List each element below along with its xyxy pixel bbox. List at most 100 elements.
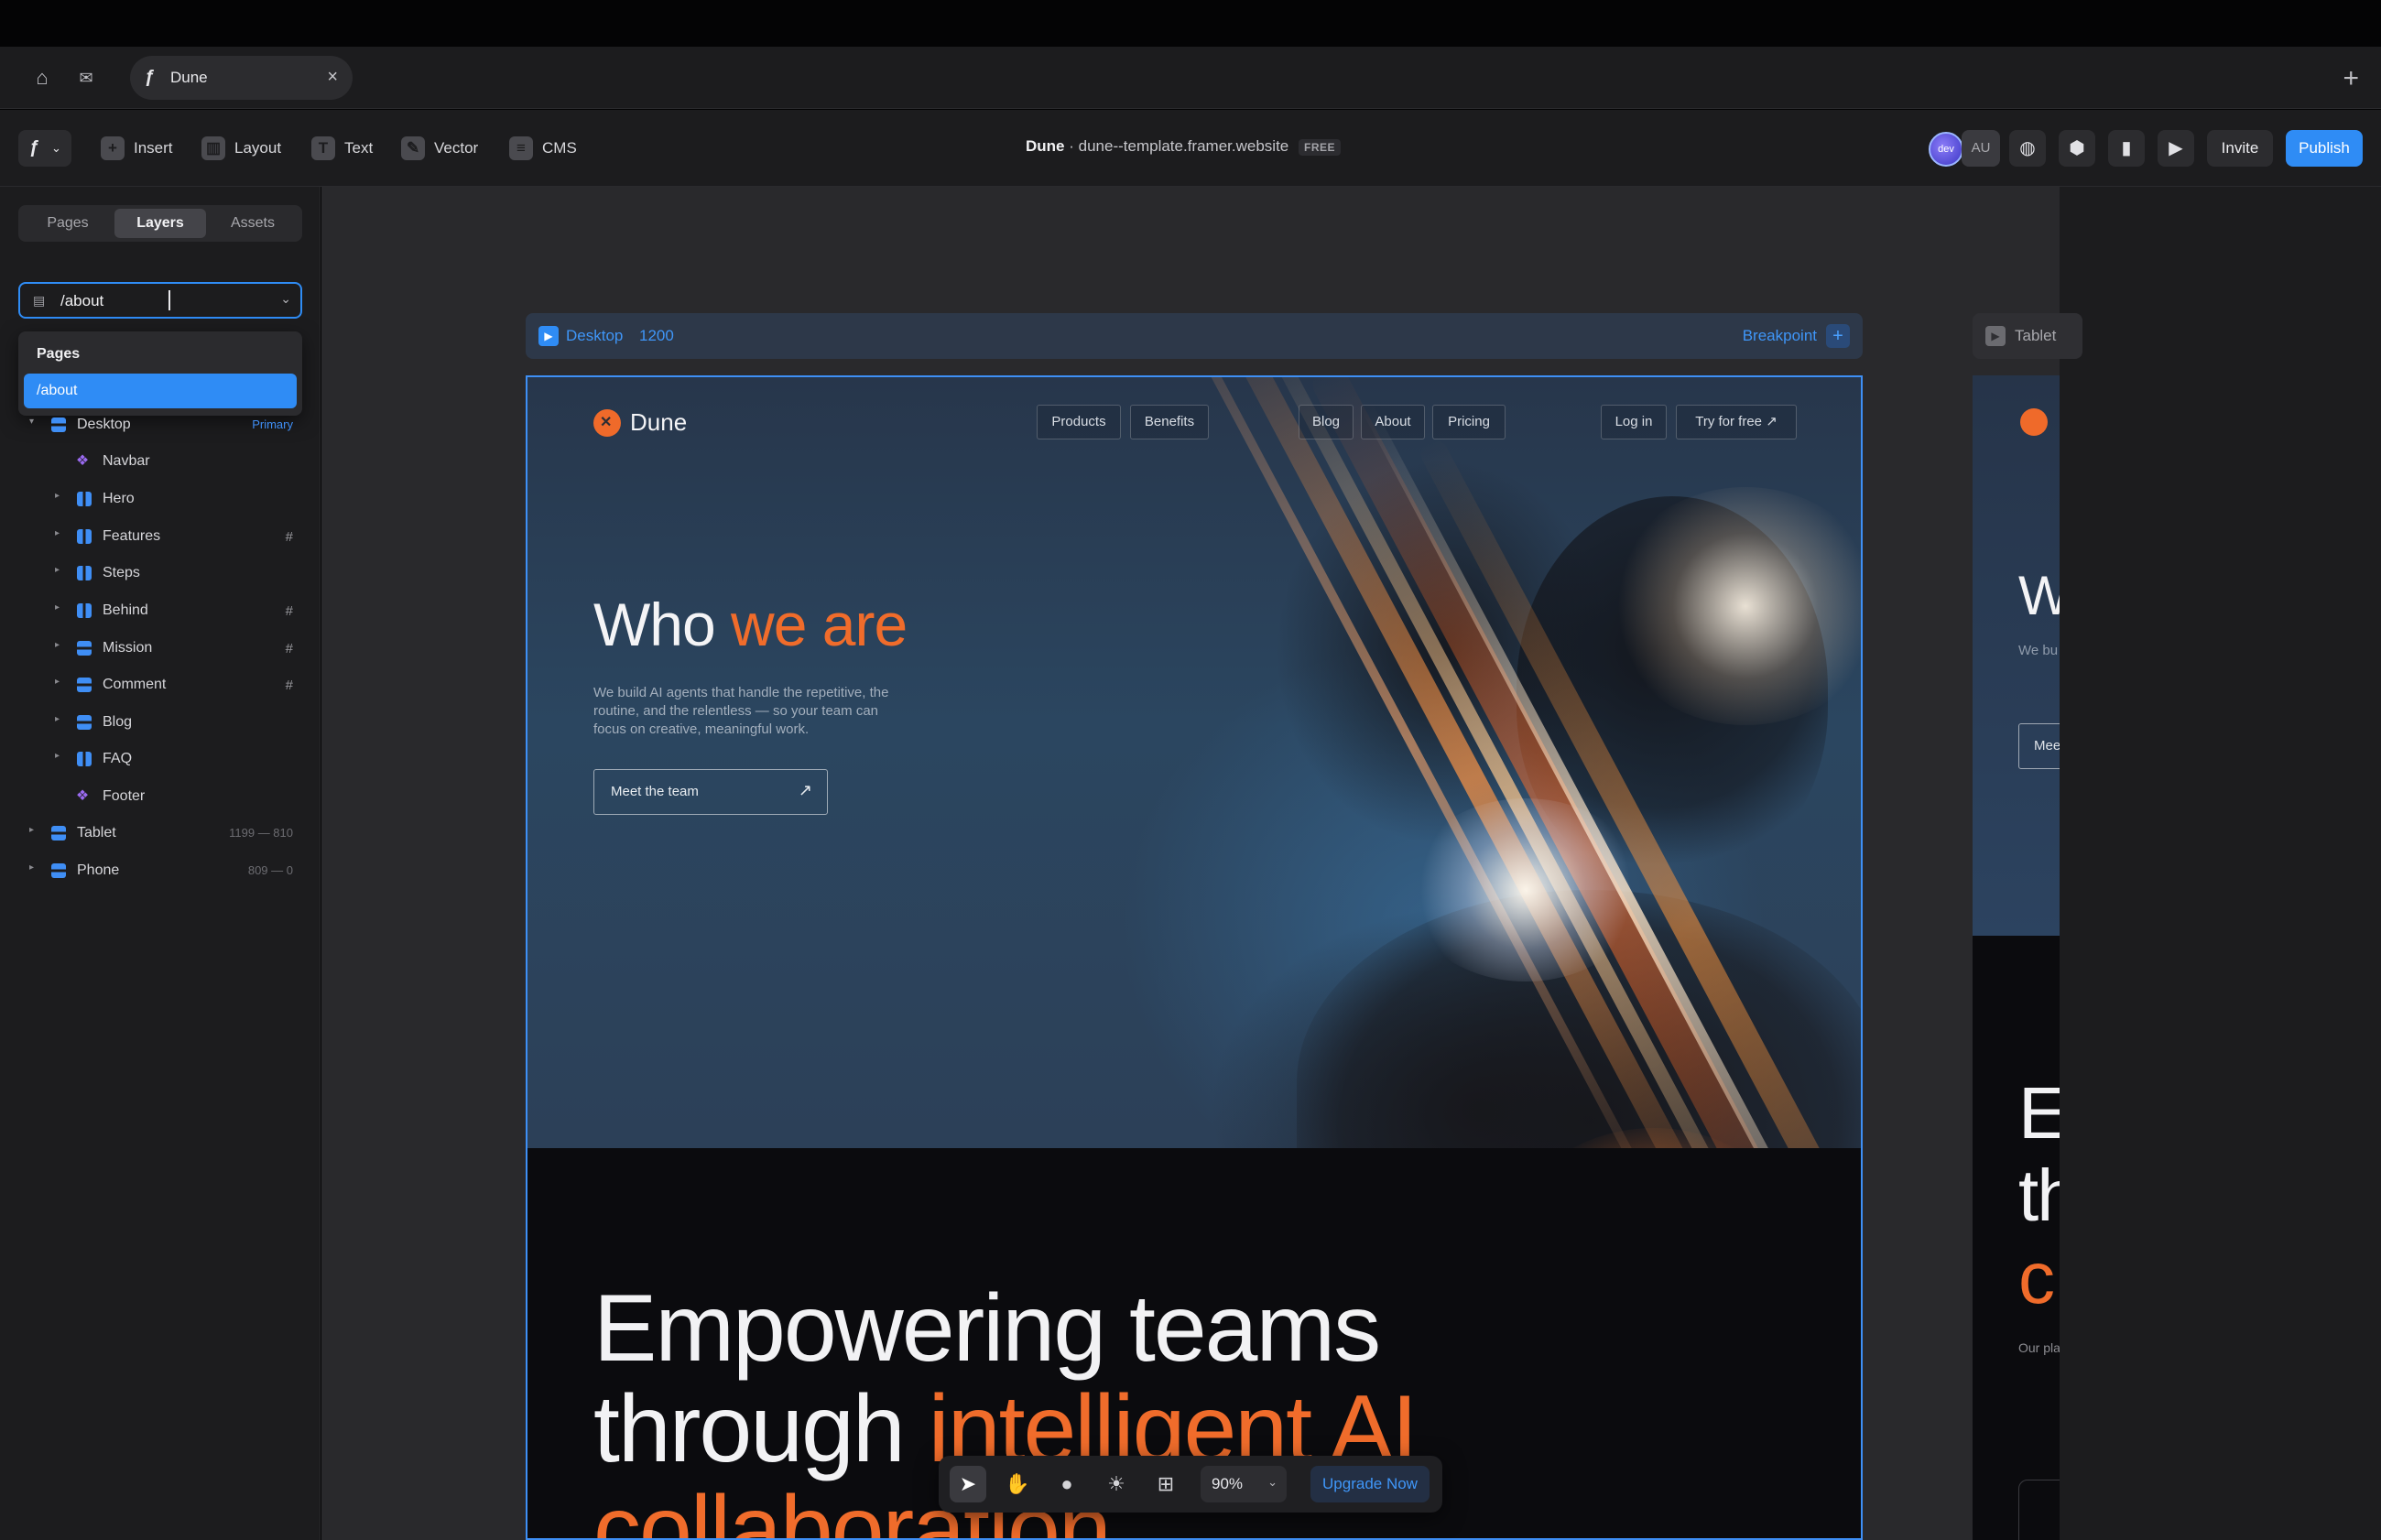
zoom-select[interactable]: 90% ⌄ (1201, 1466, 1287, 1502)
cms-label: CMS (542, 139, 577, 157)
play-icon[interactable]: ▶ (538, 326, 559, 346)
home-icon[interactable]: ⌂ (31, 67, 53, 89)
bottom-toolbar: ➤ ✋ ● ☀ ⊞ 90% ⌄ Upgrade Now (939, 1456, 1442, 1513)
select-tool-icon[interactable]: ➤ (950, 1466, 986, 1502)
dune-logo-icon[interactable] (593, 409, 621, 437)
layer-hero[interactable]: ▸ Hero (0, 486, 321, 514)
avatar-au[interactable]: AU (1962, 130, 2000, 167)
text-button[interactable]: T Text (311, 136, 373, 161)
tablet-frame-header[interactable]: ▶ Tablet (1973, 313, 2082, 359)
inbox-icon[interactable]: ✉ (75, 67, 97, 89)
desktop-frame[interactable]: Dune Products Benefits Blog About Pricin… (526, 375, 1863, 1540)
layer-features[interactable]: ▸ Features # (0, 524, 321, 551)
layer-blog[interactable]: ▸ Blog (0, 710, 321, 737)
expand-arrow-icon[interactable]: ▸ (55, 565, 60, 575)
desktop-frame-header[interactable]: ▶ Desktop 1200 Breakpoint + (526, 313, 1863, 359)
dropdown-option-about[interactable]: /about (24, 374, 297, 408)
nav-products[interactable]: Products (1037, 405, 1121, 439)
nav-login[interactable]: Log in (1601, 405, 1667, 439)
breakpoint-label[interactable]: Breakpoint (1743, 327, 1817, 345)
layer-steps[interactable]: ▸ Steps (0, 560, 321, 588)
site-brand[interactable]: Dune (630, 408, 687, 437)
layer-comment[interactable]: ▸ Comment # (0, 672, 321, 700)
page-dropdown: Pages /about (18, 331, 302, 416)
tablet-heading-line3: c (2018, 1237, 2055, 1318)
add-breakpoint-icon[interactable]: + (1826, 324, 1850, 348)
document-tab[interactable]: ƒ Dune × (130, 56, 353, 100)
analytics-icon[interactable]: ▮ (2108, 130, 2145, 167)
nav-pricing[interactable]: Pricing (1432, 405, 1506, 439)
component-icon: ❖ (75, 788, 90, 804)
expand-arrow-icon[interactable]: ▸ (55, 751, 60, 761)
frame-name: Desktop (566, 327, 624, 344)
hero-section[interactable]: Dune Products Benefits Blog About Pricin… (527, 377, 1861, 1148)
hand-tool-icon[interactable]: ✋ (999, 1466, 1036, 1502)
nav-blog[interactable]: Blog (1299, 405, 1354, 439)
chevron-down-icon: ⌄ (280, 291, 291, 306)
close-tab-icon[interactable]: × (327, 67, 338, 88)
layer-tablet[interactable]: ▸ Tablet 1199 — 810 (0, 820, 321, 848)
layer-footer[interactable]: ❖ Footer (0, 784, 321, 811)
tablet-card (2018, 1480, 2060, 1540)
plan-badge: FREE (1298, 139, 1341, 156)
project-title[interactable]: Dune · dune--template.framer.website FRE… (1026, 137, 1341, 156)
grid-view-icon[interactable]: ⊞ (1147, 1466, 1184, 1502)
vector-button[interactable]: ✎ Vector (401, 136, 478, 161)
expand-arrow-icon[interactable]: ▸ (29, 825, 34, 835)
cms-button[interactable]: ≡ CMS (509, 136, 577, 161)
stack-icon (51, 863, 66, 878)
expand-arrow-icon[interactable]: ▸ (55, 640, 60, 650)
nav-try-free[interactable]: Try for free ↗ (1676, 405, 1797, 439)
nav-benefits[interactable]: Benefits (1130, 405, 1209, 439)
expand-arrow-icon[interactable]: ▸ (29, 862, 34, 873)
layer-navbar[interactable]: ❖ Navbar (0, 449, 321, 476)
theme-toggle-icon[interactable]: ☀ (1098, 1466, 1135, 1502)
layer-phone[interactable]: ▸ Phone 809 — 0 (0, 858, 321, 885)
upgrade-now-button[interactable]: Upgrade Now (1310, 1466, 1430, 1502)
layer-behind[interactable]: ▸ Behind # (0, 598, 321, 625)
tablet-meet-team-button[interactable]: Mee (2018, 723, 2060, 769)
expand-arrow-icon[interactable]: ▸ (55, 677, 60, 687)
tab-layers[interactable]: Layers (114, 209, 206, 238)
columns-icon (77, 752, 92, 766)
tab-assets[interactable]: Assets (207, 209, 299, 238)
meet-team-button[interactable]: Meet the team ↗ (593, 769, 828, 815)
play-icon[interactable]: ▶ (1985, 326, 2006, 346)
layer-mission[interactable]: ▸ Mission # (0, 635, 321, 663)
new-tab-button[interactable]: + (2343, 63, 2359, 94)
invite-button[interactable]: Invite (2207, 130, 2273, 167)
publish-button[interactable]: Publish (2286, 130, 2363, 167)
comment-tool-icon[interactable]: ● (1049, 1466, 1085, 1502)
columns-icon (77, 492, 92, 506)
nav-about[interactable]: About (1361, 405, 1425, 439)
avatar-dev[interactable]: dev (1929, 132, 1963, 167)
layer-label: Footer (103, 788, 146, 804)
stack-icon (77, 678, 92, 692)
layer-label: Phone (77, 862, 120, 878)
expand-arrow-icon[interactable]: ▸ (55, 714, 60, 724)
layer-label: Blog (103, 714, 133, 730)
preview-play-icon[interactable]: ▶ (2158, 130, 2194, 167)
expand-arrow-icon[interactable]: ▾ (29, 417, 34, 427)
frame-width: 1200 (639, 327, 674, 344)
insert-button[interactable]: + Insert (101, 136, 173, 161)
expand-arrow-icon[interactable]: ▸ (55, 491, 60, 501)
stack-icon (77, 715, 92, 730)
settings-icon[interactable]: ⬢ (2059, 130, 2095, 167)
plus-icon: + (101, 136, 125, 160)
expand-arrow-icon[interactable]: ▸ (55, 602, 60, 613)
layer-desktop[interactable]: ▾ Desktop Primary (0, 412, 321, 439)
chevron-down-icon: ⌄ (1267, 1475, 1277, 1489)
globe-icon[interactable]: ◍ (2009, 130, 2046, 167)
grid-marker: # (285, 603, 293, 619)
tablet-heading-line1: E (2018, 1072, 2060, 1154)
tablet-frame[interactable]: W We bu the rou can fo Mee E th c Our pl… (1973, 375, 2060, 1540)
framer-menu-button[interactable]: ƒ ⌄ (18, 130, 71, 167)
expand-arrow-icon[interactable]: ▸ (55, 528, 60, 538)
layout-label: Layout (234, 139, 282, 157)
page-select-input[interactable]: ▤ /about ⌄ (18, 282, 302, 319)
tab-pages[interactable]: Pages (22, 209, 114, 238)
grid-marker: # (285, 641, 293, 656)
layout-button[interactable]: ▥ Layout (201, 136, 281, 161)
layer-faq[interactable]: ▸ FAQ (0, 746, 321, 774)
